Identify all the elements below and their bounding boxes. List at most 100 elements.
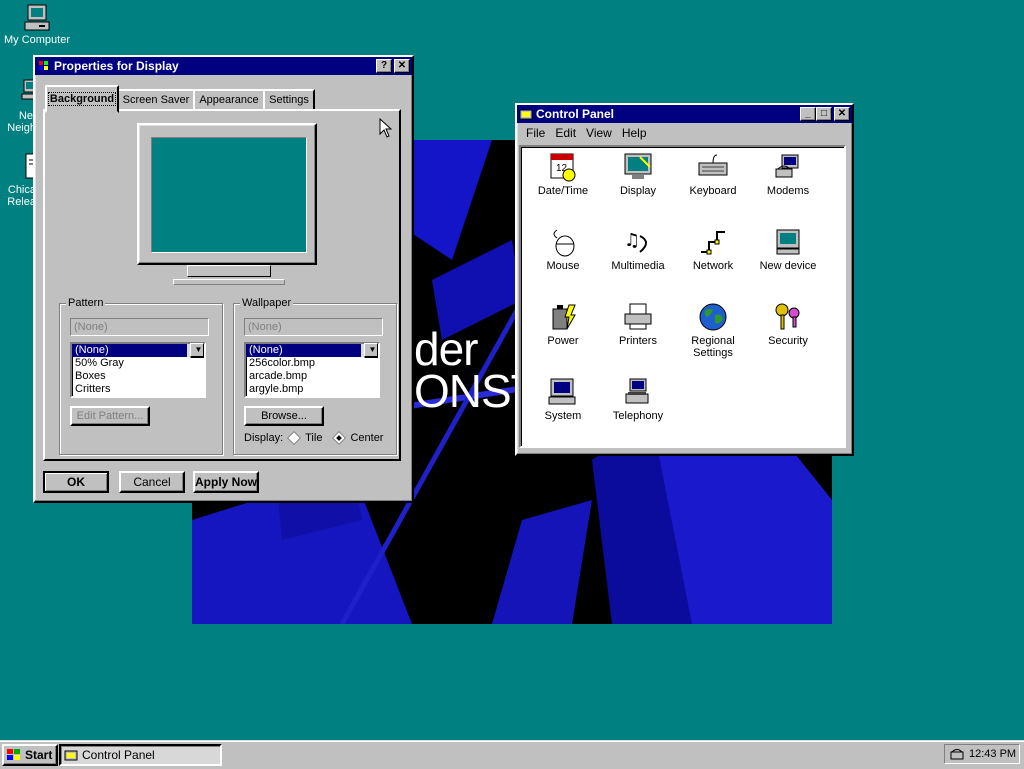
telephony-icon: [625, 378, 649, 404]
window-title: Control Panel: [536, 107, 615, 121]
windows-logo-icon: [7, 749, 20, 760]
edit-pattern-button[interactable]: Edit Pattern...: [70, 406, 150, 426]
scroll-down-arrow-icon[interactable]: ▼: [364, 343, 378, 357]
tab-strip: Background Screen Saver Appearance Setti…: [43, 85, 403, 113]
cp-item-multimedia[interactable]: ♫ Multimedia: [600, 226, 676, 272]
control-panel-app-icon: [64, 750, 78, 761]
list-item[interactable]: 50% Gray: [72, 357, 204, 370]
tile-radio[interactable]: [287, 430, 302, 446]
display-mode-label: Display:: [244, 432, 284, 444]
cp-item-display[interactable]: Display: [600, 151, 676, 197]
cp-item-label: Security: [768, 335, 808, 347]
tab-background[interactable]: Background: [45, 85, 119, 113]
taskbar-task-control-panel[interactable]: Control Panel: [59, 744, 222, 766]
my-computer-icon: [24, 4, 50, 31]
cp-item-mouse[interactable]: Mouse: [525, 226, 601, 272]
control-panel-content: 12 Date/Time Display Keyboard Modems Mou…: [519, 145, 846, 448]
system-computer-icon: [548, 378, 576, 405]
cp-item-power[interactable]: Power: [525, 301, 601, 347]
tab-settings[interactable]: Settings: [263, 89, 315, 111]
cp-item-label: New device: [759, 260, 817, 272]
display-app-icon: [39, 61, 48, 70]
cp-item-label: Network: [692, 260, 734, 272]
center-label[interactable]: Center: [350, 432, 383, 444]
tile-label[interactable]: Tile: [305, 432, 322, 444]
cp-item-label: Printers: [619, 335, 657, 347]
list-item[interactable]: (None): [246, 344, 378, 357]
cp-item-printers[interactable]: Printers: [600, 301, 676, 347]
cp-item-label: Mouse: [546, 260, 580, 272]
wallpaper-group: Wallpaper (None) (None) 256color.bmp arc…: [233, 297, 397, 455]
cp-item-new-device[interactable]: New device: [750, 226, 826, 272]
pattern-scrollbar[interactable]: ▲ ▼: [187, 343, 204, 358]
center-radio[interactable]: [332, 430, 347, 446]
title-bar[interactable]: Properties for Display ? ✕: [35, 57, 412, 75]
cp-item-label: Power: [547, 335, 579, 347]
cp-item-label: Modems: [766, 185, 810, 197]
list-item[interactable]: Critters: [72, 383, 204, 396]
maximize-button[interactable]: □: [816, 107, 832, 121]
multimedia-icon: ♫: [624, 230, 647, 253]
cp-item-date-time[interactable]: 12 Date/Time: [525, 151, 601, 197]
control-panel-app-icon: [519, 109, 533, 120]
cp-item-label: Regional Settings: [691, 335, 735, 359]
network-icon: [701, 231, 725, 255]
browse-button[interactable]: Browse...: [244, 406, 324, 426]
desktop-icon-label: My Computer: [3, 34, 71, 46]
tab-appearance[interactable]: Appearance: [193, 89, 265, 111]
clock[interactable]: 12:43 PM: [969, 748, 1016, 760]
minimize-button[interactable]: _: [800, 107, 816, 121]
display-properties-window: Properties for Display ? ✕ Background Sc…: [33, 55, 414, 503]
control-panel-window: Control Panel _ □ ✕ File Edit View Help …: [515, 103, 854, 456]
scroll-down-arrow-icon[interactable]: ▼: [190, 343, 204, 357]
keys-icon: [775, 303, 800, 330]
cp-item-security[interactable]: Security: [750, 301, 826, 347]
tab-screen-saver[interactable]: Screen Saver: [117, 89, 195, 111]
calendar-clock-icon: 12: [550, 153, 576, 182]
cp-item-network[interactable]: Network: [675, 226, 751, 272]
close-button[interactable]: ✕: [834, 107, 850, 121]
monitor-screen: [151, 137, 307, 253]
title-bar[interactable]: Control Panel _ □ ✕: [517, 105, 852, 123]
printer-icon: [624, 303, 652, 330]
modem-icon: [775, 154, 799, 178]
cancel-button[interactable]: Cancel: [119, 471, 185, 493]
help-button[interactable]: ?: [376, 59, 392, 73]
taskbar: Start Control Panel 12:43 PM: [0, 740, 1024, 769]
list-item[interactable]: arcade.bmp: [246, 370, 378, 383]
cp-item-label: System: [544, 410, 582, 422]
wallpaper-scrollbar[interactable]: ▲ ▼: [361, 343, 378, 358]
cp-item-label: Date/Time: [537, 185, 589, 197]
display-monitor-icon: [624, 153, 652, 179]
apply-now-button[interactable]: Apply Now: [193, 471, 259, 493]
wallpaper-legend: Wallpaper: [240, 297, 294, 309]
cp-item-keyboard[interactable]: Keyboard: [675, 151, 751, 197]
tray-phone-icon[interactable]: [949, 747, 965, 761]
ok-button[interactable]: OK: [43, 471, 109, 493]
pattern-list[interactable]: (None) 50% Gray Boxes Critters ▲ ▼: [70, 342, 206, 398]
wallpaper-list[interactable]: (None) 256color.bmp arcade.bmp argyle.bm…: [244, 342, 380, 398]
svg-text:♫: ♫: [624, 230, 640, 251]
list-item[interactable]: Boxes: [72, 370, 204, 383]
list-item[interactable]: argyle.bmp: [246, 383, 378, 396]
list-item[interactable]: (None): [72, 344, 204, 357]
power-icon: [552, 304, 576, 330]
cp-item-modems[interactable]: Modems: [750, 151, 826, 197]
list-item[interactable]: 256color.bmp: [246, 357, 378, 370]
pattern-legend: Pattern: [66, 297, 106, 309]
menu-help[interactable]: Help: [617, 126, 652, 140]
menu-file[interactable]: File: [521, 126, 550, 140]
start-button[interactable]: Start: [2, 744, 58, 766]
window-title: Properties for Display: [54, 59, 179, 73]
desktop-icon-my-computer[interactable]: My Computer: [1, 2, 73, 46]
pattern-field: (None): [70, 318, 209, 336]
menu-edit[interactable]: Edit: [550, 126, 581, 140]
keyboard-icon: [698, 154, 728, 176]
mouse-cursor-icon: [379, 118, 393, 138]
close-button[interactable]: ✕: [394, 59, 410, 73]
display-mode-row: Display: Tile Center: [244, 430, 394, 446]
cp-item-regional-settings[interactable]: Regional Settings: [675, 301, 751, 359]
cp-item-system[interactable]: System: [525, 376, 601, 422]
menu-view[interactable]: View: [581, 126, 617, 140]
cp-item-telephony[interactable]: Telephony: [600, 376, 676, 422]
